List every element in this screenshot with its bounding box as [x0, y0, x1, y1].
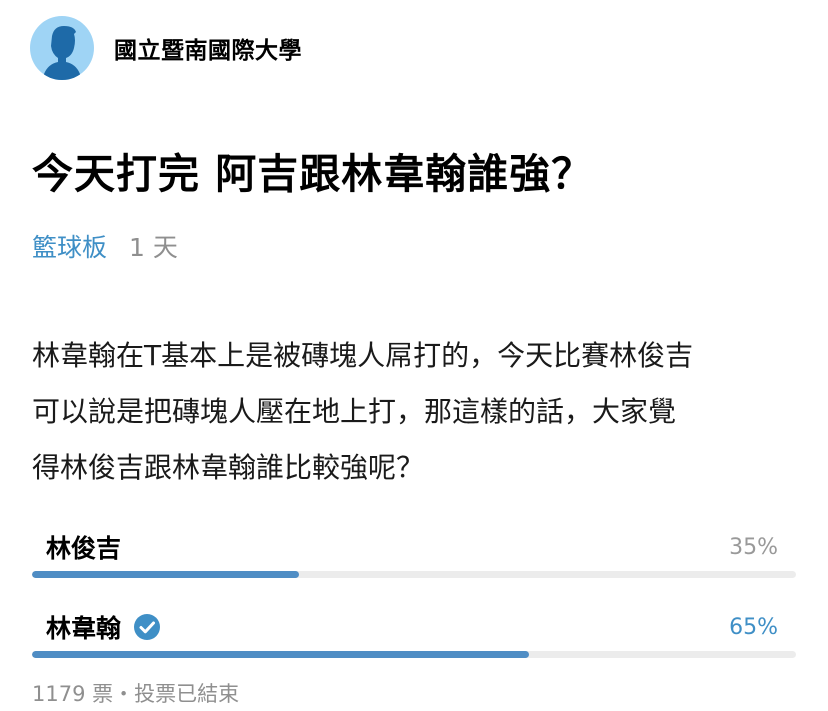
person-silhouette-icon [44, 26, 80, 80]
check-circle-icon [133, 613, 161, 641]
school-name[interactable]: 國立暨南國際大學 [114, 31, 302, 65]
poll-option-label-wrap: 林韋翰 [32, 609, 161, 645]
post-header: 國立暨南國際大學 [30, 16, 302, 80]
poll-option-percent: 65% [729, 614, 778, 640]
post-title: 今天打完 阿吉跟林韋翰誰強？ [32, 150, 594, 198]
poll-option-percent: 35% [729, 534, 778, 560]
poll-bar-fill [32, 571, 300, 578]
avatar[interactable] [30, 16, 94, 80]
poll-option-label: 林俊吉 [46, 534, 122, 563]
poll-bar-track [32, 571, 796, 578]
poll-option-label: 林韋翰 [46, 614, 122, 643]
poll-bar-fill [32, 651, 529, 658]
poll-footer: 1179 票・投票已結束 [32, 682, 240, 706]
poll-option[interactable]: 林韋翰 65% [32, 608, 796, 658]
post-time: 1 天 [128, 233, 178, 262]
post-body: 林韋翰在T基本上是被磚塊人屌打的，今天比賽林俊吉 可以說是把磚塊人壓在地上打，那… [32, 339, 694, 484]
board-link[interactable]: 籃球板 [32, 233, 107, 262]
post-meta: 籃球板 1 天 [32, 228, 178, 264]
poll-option[interactable]: 林俊吉 35% [32, 528, 796, 578]
poll-bar-track [32, 651, 796, 658]
